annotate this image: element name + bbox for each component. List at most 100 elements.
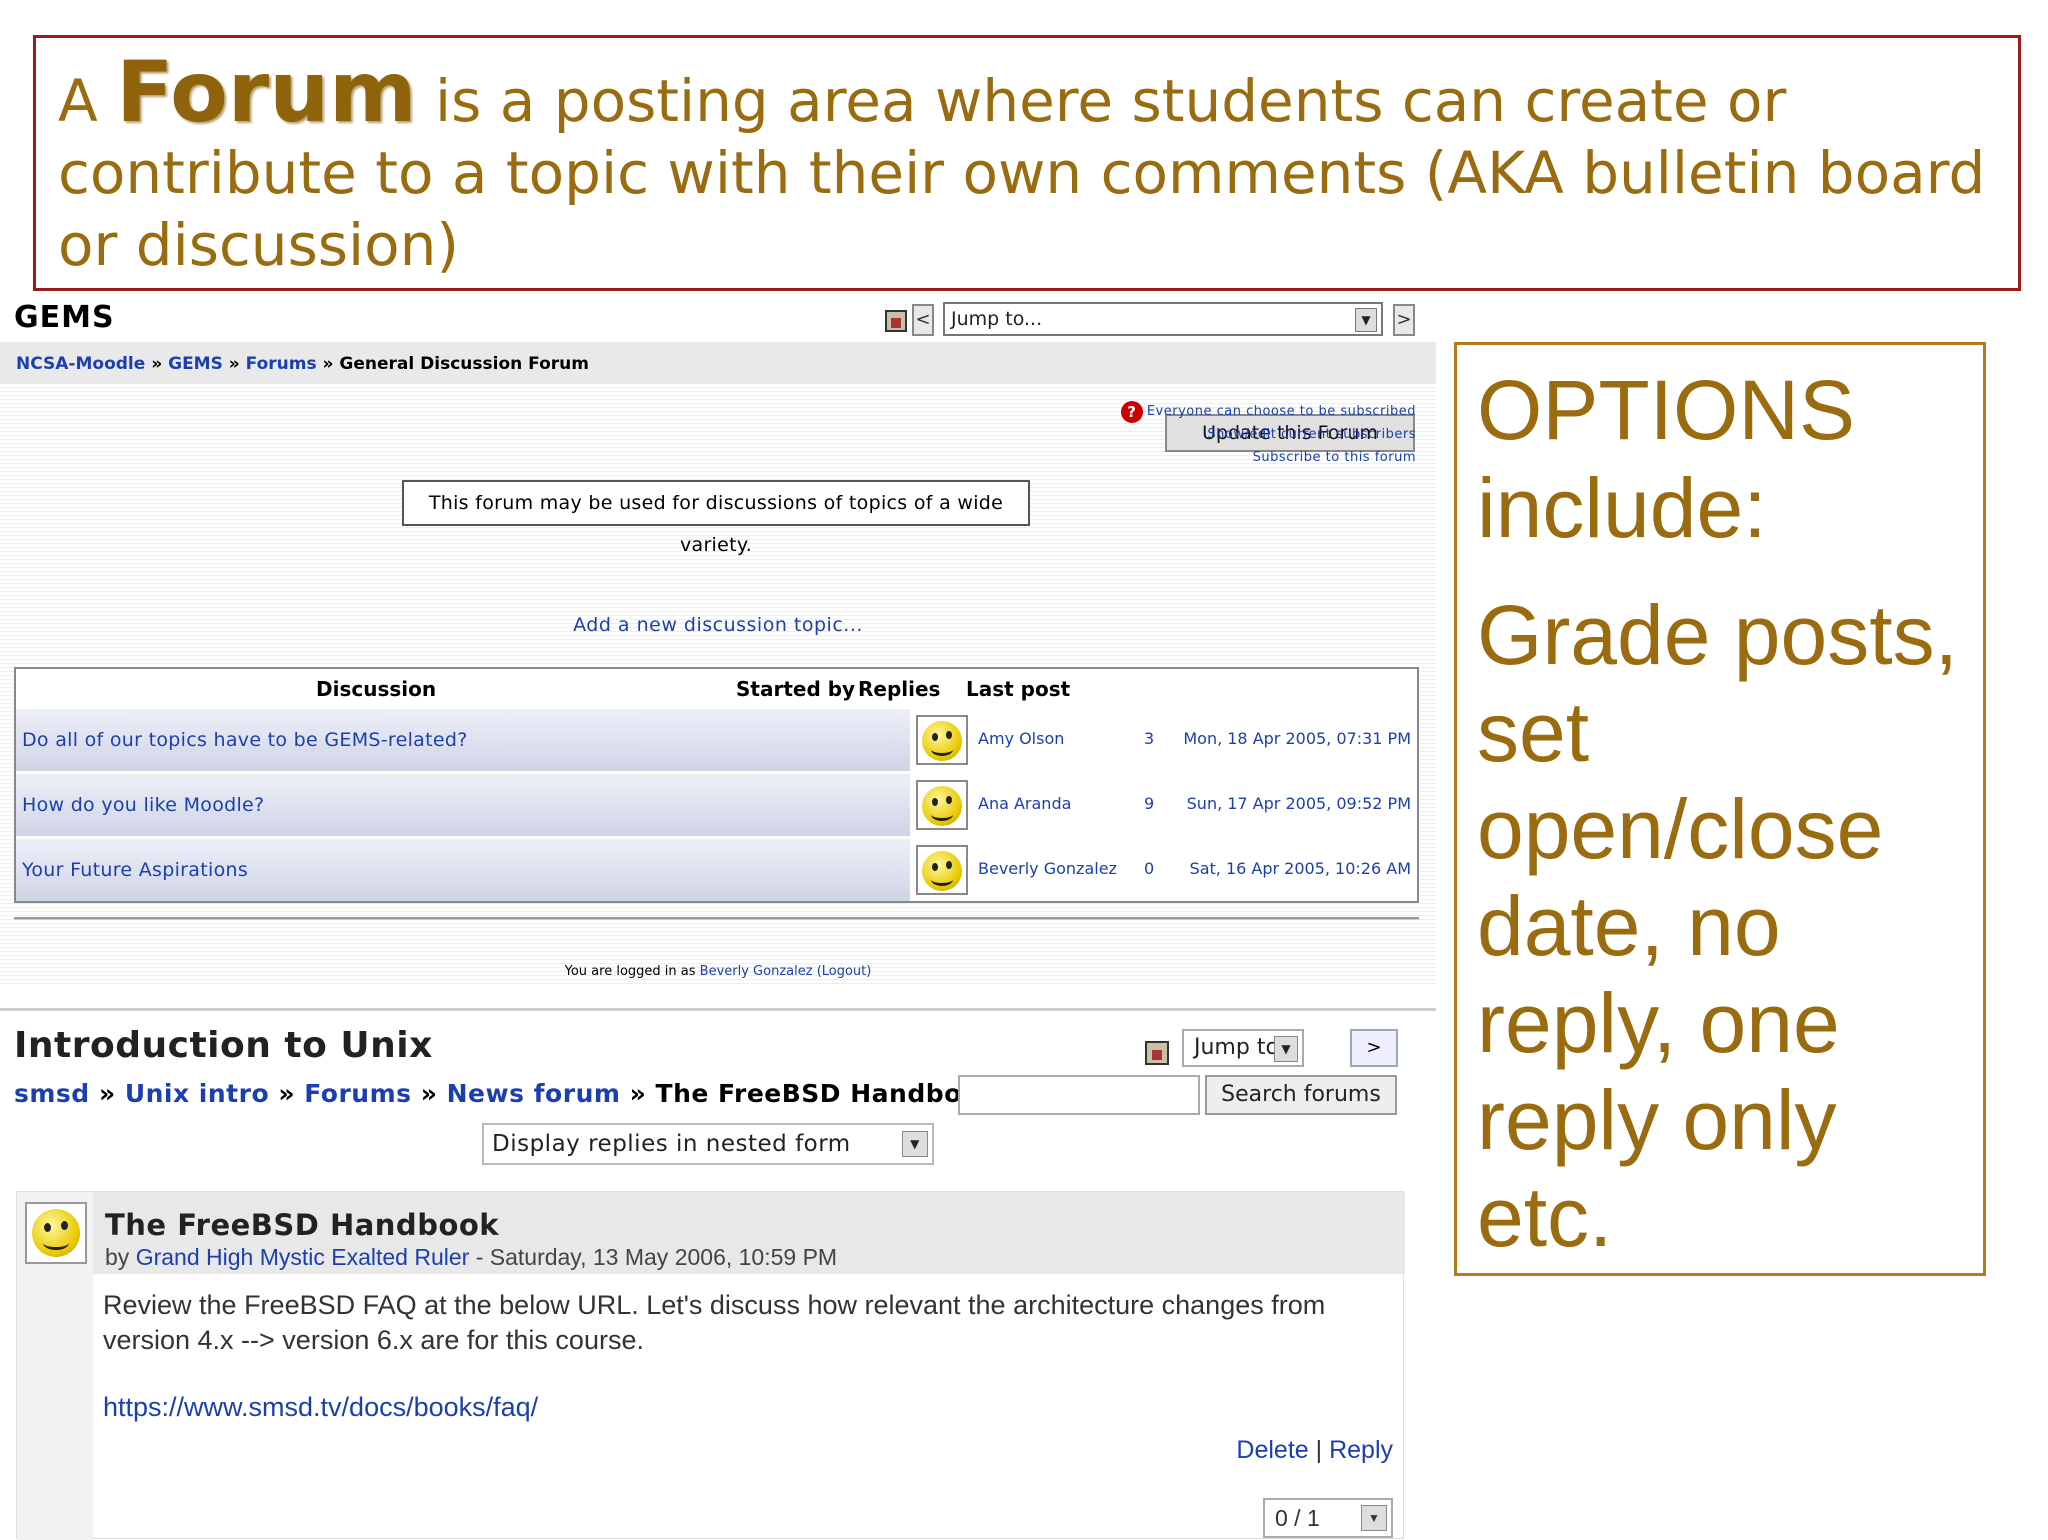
smiley-icon bbox=[922, 851, 962, 891]
chevron-down-icon: ▼ bbox=[1361, 1505, 1387, 1531]
breadcrumb-sep: » bbox=[151, 354, 163, 374]
go-button[interactable]: > bbox=[1350, 1029, 1398, 1067]
jump-to-select[interactable]: Jump to... ▼ bbox=[1182, 1029, 1304, 1067]
options-callout: OPTIONS include: Grade posts, set open/c… bbox=[1454, 342, 1986, 1276]
table-row: Do all of our topics have to be GEMS-rel… bbox=[16, 709, 1417, 771]
breadcrumb-sep: » bbox=[420, 1079, 438, 1108]
table-row: Your Future Aspirations Beverly Gonzalez… bbox=[16, 839, 1417, 901]
add-discussion-link[interactable]: Add a new discussion topic... bbox=[573, 614, 863, 636]
discussion-link[interactable]: How do you like Moodle? bbox=[22, 794, 264, 816]
breadcrumb-sep: » bbox=[629, 1079, 647, 1108]
help-icon[interactable]: ? bbox=[1120, 400, 1143, 423]
chevron-down-icon: ▼ bbox=[1355, 308, 1377, 332]
breadcrumb-link[interactable]: NCSA-Moodle bbox=[16, 354, 145, 374]
byline-prefix: by bbox=[105, 1244, 136, 1270]
post-subject: The FreeBSD Handbook bbox=[105, 1208, 500, 1242]
discussion-cell: Your Future Aspirations bbox=[16, 839, 910, 901]
action-divider: | bbox=[1308, 1436, 1330, 1464]
breadcrumb: NCSA-Moodle » GEMS » Forums » General Di… bbox=[16, 354, 589, 374]
subscribe-mode-link[interactable]: Everyone can choose to be subscribed bbox=[1147, 404, 1416, 419]
col-last-post: Last post bbox=[966, 677, 1071, 701]
gems-forum-screenshot: GEMS < Jump to... ▼ > NCSA-Moodle » GEMS… bbox=[0, 272, 1436, 984]
avatar bbox=[916, 845, 968, 895]
smiley-icon bbox=[922, 721, 962, 761]
breadcrumb-sep: » bbox=[228, 354, 240, 374]
options-heading: OPTIONS include: bbox=[1477, 363, 1856, 555]
login-prefix: You are logged in as bbox=[564, 964, 700, 979]
col-started-by: Started by bbox=[736, 677, 856, 701]
breadcrumb-sep: » bbox=[278, 1079, 296, 1108]
breadcrumb-current: General Discussion Forum bbox=[339, 354, 589, 374]
author-link[interactable]: Ana Aranda bbox=[978, 794, 1071, 813]
chevron-down-icon: ▼ bbox=[1274, 1036, 1298, 1062]
post-body: Review the FreeBSD FAQ at the below URL.… bbox=[103, 1290, 1326, 1355]
post-date: - Saturday, 13 May 2006, 10:59 PM bbox=[469, 1244, 838, 1270]
replies-count[interactable]: 0 bbox=[1144, 859, 1154, 878]
col-discussion: Discussion bbox=[316, 677, 437, 701]
post-author-link[interactable]: Grand High Mystic Exalted Ruler bbox=[136, 1244, 470, 1270]
chevron-down-icon: ▼ bbox=[902, 1131, 928, 1157]
unix-forum-screenshot: Introduction to Unix Jump to... ▼ > smsd… bbox=[0, 1008, 1436, 1540]
display-mode-value: Display replies in nested form bbox=[492, 1131, 851, 1157]
author-link[interactable]: Amy Olson bbox=[978, 729, 1064, 748]
unix-course-title: Introduction to Unix bbox=[14, 1025, 433, 1066]
next-button[interactable]: > bbox=[1393, 304, 1415, 336]
add-topic-wrap: Add a new discussion topic... bbox=[0, 614, 1436, 636]
last-post-link[interactable]: Sun, 17 Apr 2005, 09:52 PM bbox=[1187, 794, 1411, 813]
report-icon[interactable] bbox=[1145, 1041, 1169, 1065]
show-subscribers-link[interactable]: Show/edit current subscribers bbox=[1207, 427, 1416, 442]
avatar bbox=[916, 715, 968, 765]
report-icon[interactable] bbox=[885, 310, 907, 332]
author-link[interactable]: Beverly Gonzalez bbox=[978, 859, 1117, 878]
post-actions: Delete | Reply bbox=[1236, 1436, 1393, 1465]
logout-link[interactable]: (Logout) bbox=[817, 964, 872, 979]
discussion-link[interactable]: Do all of our topics have to be GEMS-rel… bbox=[22, 729, 468, 751]
breadcrumb: smsd » Unix intro » Forums » News forum … bbox=[14, 1079, 1032, 1108]
divider bbox=[14, 917, 1419, 920]
breadcrumb-bar: NCSA-Moodle » GEMS » Forums » General Di… bbox=[0, 342, 1436, 452]
slide-title: A Forum is a posting area where students… bbox=[33, 35, 2021, 291]
post-url-link[interactable]: https://www.smsd.tv/docs/books/faq/ bbox=[103, 1392, 538, 1423]
avatar bbox=[25, 1202, 87, 1264]
search-forums-button[interactable]: Search forums bbox=[1205, 1075, 1397, 1115]
discussion-table: Discussion Started by Replies Last post … bbox=[14, 667, 1419, 903]
breadcrumb-link[interactable]: Forums bbox=[304, 1079, 411, 1108]
jump-to-select[interactable]: Jump to... ▼ bbox=[943, 302, 1383, 336]
login-info: You are logged in as Beverly Gonzalez (L… bbox=[0, 964, 1436, 979]
avatar bbox=[916, 780, 968, 830]
breadcrumb-current: The FreeBSD Handbook bbox=[655, 1079, 997, 1108]
last-post-link[interactable]: Mon, 18 Apr 2005, 07:31 PM bbox=[1183, 729, 1411, 748]
col-replies: Replies bbox=[858, 677, 941, 701]
replies-count[interactable]: 3 bbox=[1144, 729, 1154, 748]
display-mode-select[interactable]: Display replies in nested form ▼ bbox=[482, 1123, 934, 1165]
smiley-icon bbox=[922, 786, 962, 826]
reply-link[interactable]: Reply bbox=[1329, 1436, 1393, 1464]
search-forums-input[interactable] bbox=[958, 1075, 1200, 1115]
breadcrumb-link[interactable]: Forums bbox=[246, 354, 317, 374]
prev-button[interactable]: < bbox=[912, 304, 934, 336]
title-forum-word: Forum bbox=[116, 43, 417, 141]
breadcrumb-link[interactable]: Unix intro bbox=[125, 1079, 269, 1108]
subscription-links: ? Everyone can choose to be subscribed Sh… bbox=[1120, 400, 1416, 469]
discussion-cell: Do all of our topics have to be GEMS-rel… bbox=[16, 709, 910, 771]
title-prefix: A bbox=[58, 67, 98, 135]
rating-select[interactable]: 0 / 1 ▼ bbox=[1263, 1498, 1393, 1538]
breadcrumb-link[interactable]: News forum bbox=[447, 1079, 621, 1108]
delete-link[interactable]: Delete bbox=[1236, 1436, 1308, 1464]
forum-post: The FreeBSD Handbook by Grand High Mysti… bbox=[16, 1191, 1405, 1540]
login-user-link[interactable]: Beverly Gonzalez bbox=[700, 964, 813, 979]
discussion-cell: How do you like Moodle? bbox=[16, 774, 910, 836]
breadcrumb-sep: » bbox=[322, 354, 334, 374]
subscribe-link[interactable]: Subscribe to this forum bbox=[1253, 450, 1416, 465]
gems-course-title: GEMS bbox=[14, 300, 115, 335]
replies-count[interactable]: 9 bbox=[1144, 794, 1154, 813]
breadcrumb-link[interactable]: GEMS bbox=[168, 354, 223, 374]
post-byline: by Grand High Mystic Exalted Ruler - Sat… bbox=[105, 1244, 837, 1271]
breadcrumb-sep: » bbox=[98, 1079, 116, 1108]
options-body: Grade posts, set open/close date, no rep… bbox=[1477, 588, 1958, 1264]
last-post-link[interactable]: Sat, 16 Apr 2005, 10:26 AM bbox=[1190, 859, 1411, 878]
discussion-link[interactable]: Your Future Aspirations bbox=[22, 859, 248, 881]
rating-value: 0 / 1 bbox=[1275, 1505, 1320, 1531]
jump-to-value: Jump to... bbox=[951, 308, 1043, 330]
breadcrumb-link[interactable]: smsd bbox=[14, 1079, 90, 1108]
